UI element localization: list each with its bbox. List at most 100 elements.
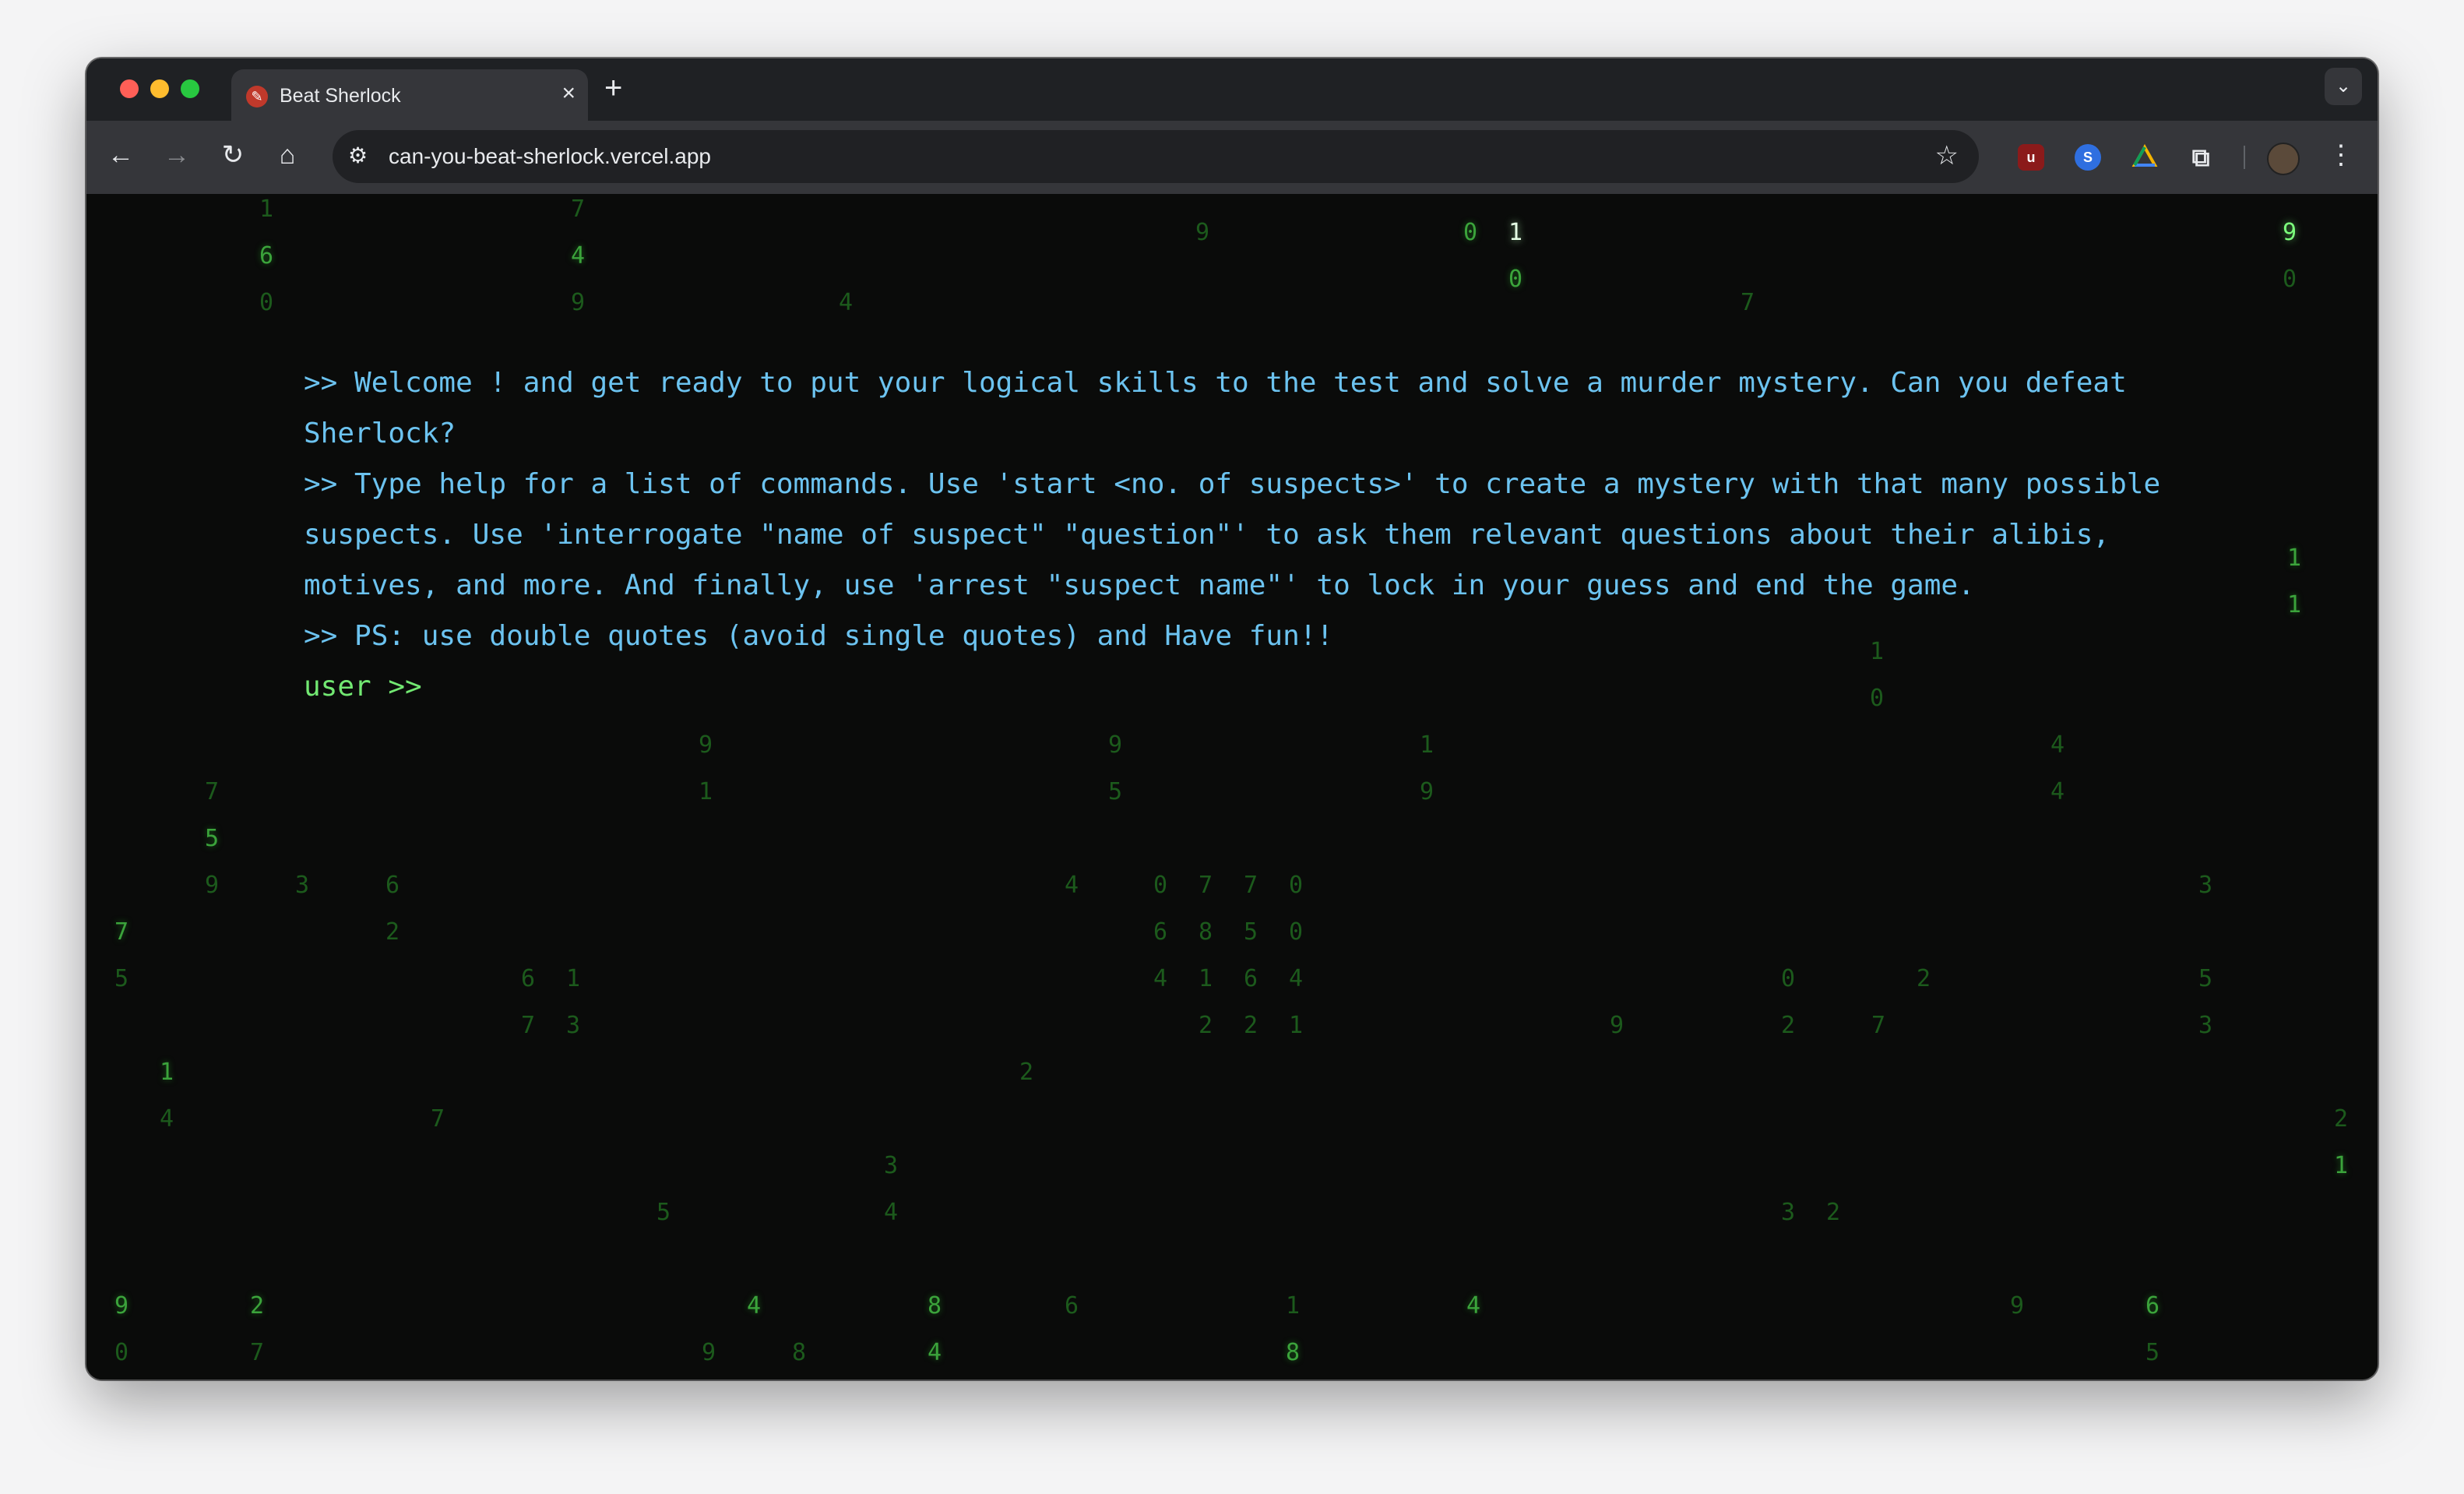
matrix-digit: 1 [1289,1012,1304,1039]
url-text[interactable]: can-you-beat-sherlock.vercel.app [389,144,711,169]
tab-bar: ✎ Beat Sherlock × + ⌄ [86,58,2378,121]
reload-icon[interactable]: ↻ [214,138,252,172]
matrix-digit: 7 [431,1105,445,1133]
matrix-digit: 3 [884,1152,899,1179]
matrix-digit: 3 [2198,1012,2213,1039]
matrix-digit: 4 [884,1199,899,1226]
matrix-digit: 5 [2145,1339,2160,1366]
matrix-digit: 2 [385,918,400,946]
tab-title: Beat Sherlock [280,85,401,107]
matrix-digit: 9 [1195,219,1210,246]
matrix-digit: 9 [2010,1292,2025,1320]
matrix-digit: 4 [571,242,586,270]
matrix-digit: 7 [1244,872,1258,899]
matrix-digit: 7 [1199,872,1213,899]
user-prompt[interactable]: user >> [304,661,2173,712]
address-bar[interactable]: ⚙ can-you-beat-sherlock.vercel.app ☆ [333,130,1979,183]
matrix-digit: 7 [205,778,220,805]
extension-blue-icon[interactable]: S [2075,144,2101,171]
star-icon[interactable]: ☆ [1935,140,1959,171]
matrix-digit: 6 [385,872,400,899]
matrix-digit: 2 [2334,1105,2349,1133]
matrix-digit: 0 [1781,965,1796,992]
matrix-digit: 0 [259,289,274,316]
matrix-digit: 1 [2287,591,2302,618]
tab-close-icon[interactable]: × [561,80,576,107]
matrix-digit: 1 [2334,1152,2349,1179]
new-tab-button[interactable]: + [604,71,622,105]
matrix-digit: 4 [1153,965,1168,992]
favicon-icon: ✎ [246,86,268,107]
matrix-digit: 4 [2050,778,2065,805]
matrix-digit: 6 [2145,1292,2160,1320]
matrix-digit: 0 [1289,918,1304,946]
puzzle-icon[interactable]: ⧉ [2188,144,2214,171]
matrix-digit: 2 [1917,965,1931,992]
matrix-digit: 7 [250,1339,265,1366]
forward-arrow-icon[interactable]: → [158,138,195,172]
matrix-digit: 3 [2198,872,2213,899]
matrix-digit: 9 [114,1292,129,1320]
matrix-digit: 4 [928,1339,942,1366]
avatar[interactable] [2267,143,2300,175]
extension-ublock-icon[interactable]: u [2018,144,2044,171]
matrix-digit: 5 [2198,965,2213,992]
back-arrow-icon[interactable]: ← [102,138,139,172]
toolbar-divider [2244,146,2245,169]
home-icon[interactable]: ⌂ [269,138,306,172]
matrix-digit: 5 [1244,918,1258,946]
matrix-digit: 7 [521,1012,536,1039]
terminal-line-welcome: >> Welcome ! and get ready to put your l… [304,367,2127,449]
matrix-digit: 4 [1466,1292,1481,1320]
matrix-digit: 2 [1781,1012,1796,1039]
matrix-digit: 1 [1286,1292,1301,1320]
matrix-digit: 3 [566,1012,581,1039]
matrix-digit: 1 [1199,965,1213,992]
terminal[interactable]: >> Welcome ! and get ready to put your l… [304,358,2173,712]
maximize-window-button[interactable] [181,79,199,98]
browser-window: ✎ Beat Sherlock × + ⌄ ← → ↻ ⌂ ⚙ can-you-… [86,58,2378,1379]
matrix-digit: 4 [747,1292,762,1320]
chevron-down-icon: ⌄ [2335,76,2352,97]
more-vert-icon[interactable]: ⋮ [2328,138,2354,172]
tab-search-button[interactable]: ⌄ [2325,68,2362,105]
matrix-digit: 0 [1463,219,1478,246]
matrix-digit: 1 [699,778,713,805]
matrix-digit: 5 [114,965,129,992]
matrix-digit: 9 [1420,778,1434,805]
matrix-digit: 8 [1199,918,1213,946]
matrix-digit: 9 [699,731,713,759]
matrix-digit: 6 [521,965,536,992]
matrix-digit: 7 [1871,1012,1886,1039]
matrix-digit: 1 [1508,219,1523,246]
matrix-digit: 2 [1199,1012,1213,1039]
matrix-digit: 2 [1244,1012,1258,1039]
matrix-digit: 4 [839,289,854,316]
close-window-button[interactable] [120,79,139,98]
minimize-window-button[interactable] [150,79,169,98]
matrix-digit: 4 [160,1105,174,1133]
matrix-digit: 4 [2050,731,2065,759]
matrix-digit: 0 [1153,872,1168,899]
matrix-digit: 6 [1153,918,1168,946]
matrix-digit: 1 [160,1059,174,1086]
matrix-digit: 0 [1289,872,1304,899]
matrix-digit: 7 [1741,289,1755,316]
extension-drive-icon[interactable] [2131,143,2158,171]
matrix-digit: 8 [1286,1339,1301,1366]
matrix-digit: 3 [1781,1199,1796,1226]
matrix-digit: 9 [702,1339,716,1366]
site-info-icon[interactable]: ⚙ [348,140,368,171]
matrix-digit: 5 [656,1199,671,1226]
matrix-digit: 4 [1065,872,1079,899]
matrix-digit: 0 [1508,266,1523,293]
matrix-digit: 9 [571,289,586,316]
matrix-digit: 2 [1019,1059,1034,1086]
matrix-digit: 2 [1826,1199,1841,1226]
matrix-digit: 6 [259,242,274,270]
matrix-digit: 1 [566,965,581,992]
active-tab[interactable]: ✎ Beat Sherlock × [231,69,588,121]
matrix-digit: 2 [250,1292,265,1320]
browser-toolbar: ← → ↻ ⌂ ⚙ can-you-beat-sherlock.vercel.a… [86,121,2378,194]
terminal-line-help: >> Type help for a list of commands. Use… [304,468,2161,601]
